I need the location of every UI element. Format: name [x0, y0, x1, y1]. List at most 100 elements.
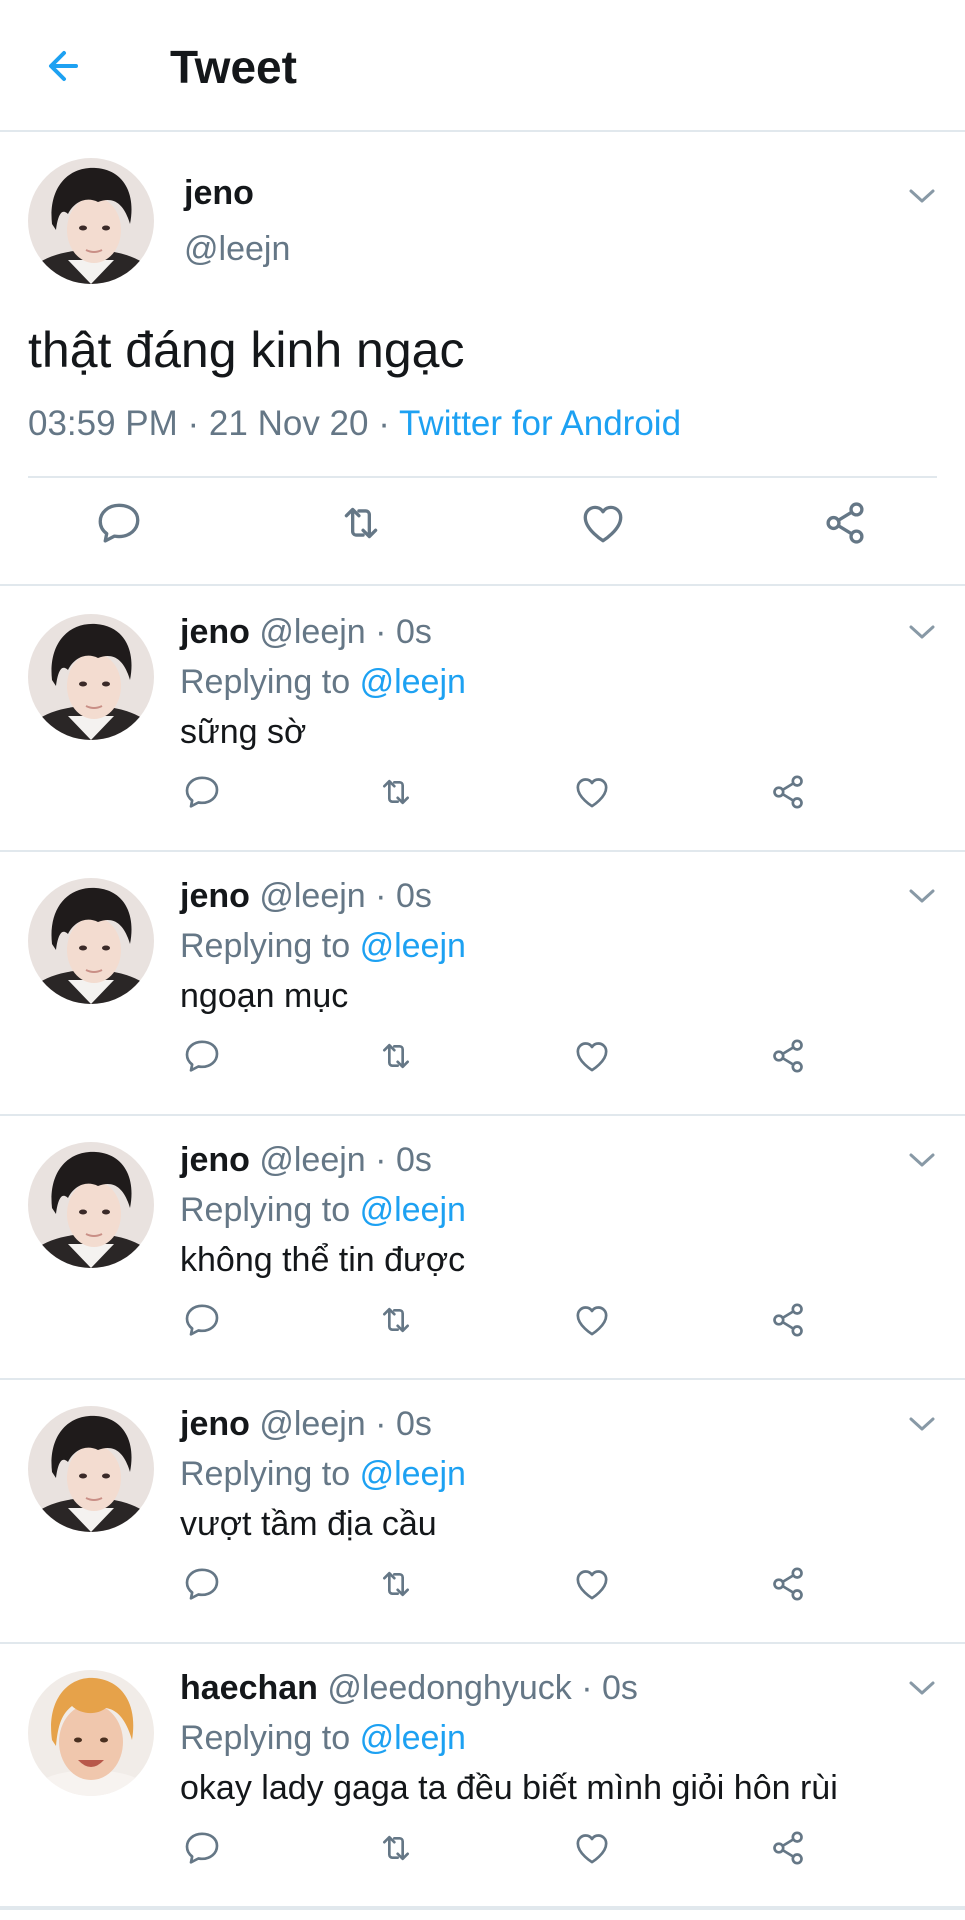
replying-to: Replying to @leejn	[180, 660, 466, 704]
share-icon[interactable]	[768, 1036, 808, 1076]
author-name[interactable]: jeno	[180, 1141, 250, 1179]
replying-to: Replying to @leejn	[180, 924, 466, 968]
reply-header: jeno @leejn · 0s	[180, 1138, 432, 1182]
reply-icon[interactable]	[182, 1828, 222, 1868]
meta-separator: ·	[368, 404, 399, 443]
author-name[interactable]: jeno	[180, 877, 250, 915]
author-name[interactable]: jeno	[184, 174, 254, 213]
reply-text: không thể tin được	[180, 1241, 466, 1279]
author-name[interactable]: jeno	[180, 1405, 250, 1443]
reply-header: jeno @leejn · 0s	[180, 874, 432, 918]
meta-separator: ·	[365, 1405, 396, 1443]
reply-text: sững sờ	[180, 713, 307, 751]
reply-tweet[interactable]: jeno @leejn · 0s Replying to @leejn vượt…	[0, 1380, 965, 1644]
reply-text: ngoạn mục	[180, 977, 349, 1015]
replying-handle[interactable]: @leejn	[360, 1455, 466, 1493]
meta-separator: ·	[365, 877, 396, 915]
heart-icon[interactable]	[578, 498, 628, 548]
avatar[interactable]	[28, 614, 154, 740]
retweet-icon[interactable]	[376, 1564, 416, 1604]
reply-text: okay lady gaga ta đều biết mình giỏi hôn…	[180, 1769, 838, 1807]
tweet-actions	[0, 498, 965, 558]
reply-icon[interactable]	[182, 772, 222, 812]
author-handle[interactable]: @leejn	[259, 613, 365, 651]
divider	[0, 1908, 965, 1910]
retweet-icon[interactable]	[336, 498, 386, 548]
tweet-actions	[0, 1564, 965, 1614]
replying-label: Replying to	[180, 1191, 351, 1229]
chevron-down-icon[interactable]	[907, 1414, 937, 1434]
reply-icon[interactable]	[94, 498, 144, 548]
author-handle[interactable]: @leejn	[259, 1405, 365, 1443]
reply-header: jeno @leejn · 0s	[180, 610, 432, 654]
replying-handle[interactable]: @leejn	[360, 1719, 466, 1757]
arrow-left-icon[interactable]	[40, 40, 92, 92]
avatar[interactable]	[28, 158, 154, 284]
retweet-icon[interactable]	[376, 1828, 416, 1868]
reply-icon[interactable]	[182, 1564, 222, 1604]
tweet-date: 21 Nov 20	[208, 404, 369, 443]
retweet-icon[interactable]	[376, 1036, 416, 1076]
reply-time: 0s	[395, 1405, 432, 1443]
heart-icon[interactable]	[572, 1036, 612, 1076]
reply-icon[interactable]	[182, 1300, 222, 1340]
top-app-bar: Tweet	[0, 0, 965, 132]
reply-tweet[interactable]: jeno @leejn · 0s Replying to @leejn ngoạ…	[0, 852, 965, 1116]
reply-time: 0s	[395, 613, 432, 651]
reply-tweet[interactable]: jeno @leejn · 0s Replying to @leejn sững…	[0, 588, 965, 852]
share-icon[interactable]	[768, 1564, 808, 1604]
heart-icon[interactable]	[572, 1564, 612, 1604]
chevron-down-icon[interactable]	[907, 1150, 937, 1170]
share-icon[interactable]	[768, 1300, 808, 1340]
reply-tweet[interactable]: jeno @leejn · 0s Replying to @leejn khôn…	[0, 1116, 965, 1380]
tweet-actions	[0, 1036, 965, 1086]
author-handle[interactable]: @leejn	[259, 877, 365, 915]
author-handle[interactable]: @leejn	[259, 1141, 365, 1179]
share-icon[interactable]	[768, 772, 808, 812]
heart-icon[interactable]	[572, 772, 612, 812]
reply-header: haechan @leedonghyuck · 0s	[180, 1666, 638, 1710]
chevron-down-icon[interactable]	[907, 886, 937, 906]
retweet-icon[interactable]	[376, 772, 416, 812]
replying-label: Replying to	[180, 663, 351, 701]
author-name[interactable]: jeno	[180, 613, 250, 651]
replying-label: Replying to	[180, 927, 351, 965]
main-tweet: jeno @leejn thật đáng kinh ngạc 03:59 PM…	[0, 134, 965, 586]
reply-icon[interactable]	[182, 1036, 222, 1076]
tweet-source[interactable]: Twitter for Android	[399, 404, 681, 443]
chevron-down-icon[interactable]	[907, 622, 937, 642]
replying-to: Replying to @leejn	[180, 1452, 466, 1496]
chevron-down-icon[interactable]	[907, 186, 937, 206]
heart-icon[interactable]	[572, 1828, 612, 1868]
avatar[interactable]	[28, 1406, 154, 1532]
divider	[28, 476, 937, 478]
meta-separator: ·	[365, 613, 396, 651]
tweet-actions	[0, 1300, 965, 1350]
meta-separator: ·	[571, 1669, 602, 1707]
tweet-meta: 03:59 PM · 21 Nov 20 · Twitter for Andro…	[28, 404, 681, 444]
avatar[interactable]	[28, 1670, 154, 1796]
replying-label: Replying to	[180, 1455, 351, 1493]
replying-to: Replying to @leejn	[180, 1716, 466, 1760]
avatar[interactable]	[28, 878, 154, 1004]
meta-separator: ·	[177, 404, 209, 443]
heart-icon[interactable]	[572, 1300, 612, 1340]
reply-tweet[interactable]: haechan @leedonghyuck · 0s Replying to @…	[0, 1644, 965, 1908]
author-handle[interactable]: @leejn	[184, 230, 290, 269]
reply-header: jeno @leejn · 0s	[180, 1402, 432, 1446]
reply-time: 0s	[395, 1141, 432, 1179]
tweet-text: thật đáng kinh ngạc	[28, 322, 465, 378]
replying-handle[interactable]: @leejn	[360, 663, 466, 701]
share-icon[interactable]	[820, 498, 870, 548]
replying-handle[interactable]: @leejn	[360, 927, 466, 965]
share-icon[interactable]	[768, 1828, 808, 1868]
replying-to: Replying to @leejn	[180, 1188, 466, 1232]
retweet-icon[interactable]	[376, 1300, 416, 1340]
avatar[interactable]	[28, 1142, 154, 1268]
author-handle[interactable]: @leedonghyuck	[327, 1669, 571, 1707]
meta-separator: ·	[365, 1141, 396, 1179]
replying-handle[interactable]: @leejn	[360, 1191, 466, 1229]
chevron-down-icon[interactable]	[907, 1678, 937, 1698]
author-name[interactable]: haechan	[180, 1669, 318, 1707]
tweet-time: 03:59 PM	[28, 404, 178, 443]
